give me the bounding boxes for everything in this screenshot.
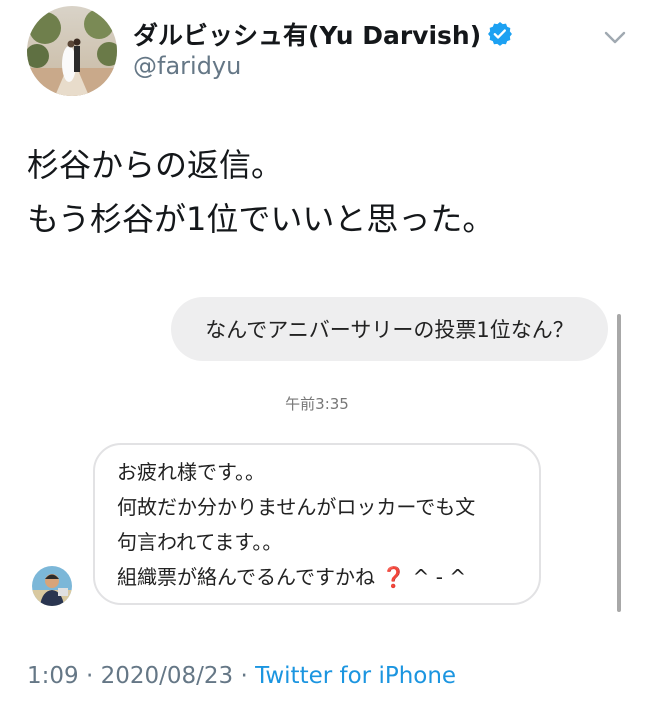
tweet-line: もう杉谷が1位でいいと思った。 [27,200,495,238]
screenshot-scrollbar [617,314,621,612]
tweet-source-link[interactable]: Twitter for iPhone [255,663,456,689]
reply-last-text: 組織票が絡んでるんですかね [117,565,375,589]
author-handle[interactable]: @faridyu [133,52,241,80]
reply-line: 何故だか分かりませんがロッカーでも文 [117,495,476,519]
red-question-mark-icon: ❓ [381,565,407,589]
tweet-date[interactable]: 2020/08/23 [101,663,234,689]
reply-line: 句言われてます。。 [117,530,283,554]
chevron-down-icon[interactable] [598,20,632,54]
footer-separator: · [85,663,94,689]
author-display-name[interactable]: ダルビッシュ有(Yu Darvish) [133,16,513,52]
footer-separator: · [240,663,248,689]
reply-message-bubble: お疲れ様です。。 何故だか分かりませんがロッカーでも文 句言われてます。。 組織… [93,443,541,605]
tweet-line: 杉谷からの返信。 [27,146,284,184]
sent-message-bubble: なんでアニバーサリーの投票1位なん？ [171,297,608,361]
tweet-text: 杉谷からの返信。 もう杉谷が1位でいいと思った。 [27,138,494,246]
reply-sender-avatar [32,566,72,606]
message-timestamp: 午前3:35 [285,395,349,413]
author-avatar[interactable] [27,6,117,96]
reply-line: お疲れ様です。。 [117,460,265,484]
reply-line: 組織票が絡んでるんですかね ❓ ^ - ^ [117,560,529,595]
reply-emoticon: ^ - ^ [412,565,467,589]
verified-badge-icon [487,21,513,47]
sent-message-text: なんでアニバーサリーの投票1位なん？ [205,318,574,342]
tweet-footer: 1:09 · 2020/08/23 · Twitter for iPhone [27,663,456,689]
author-name-text: ダルビッシュ有(Yu Darvish) [133,21,482,50]
tweet-time[interactable]: 1:09 [27,663,79,689]
